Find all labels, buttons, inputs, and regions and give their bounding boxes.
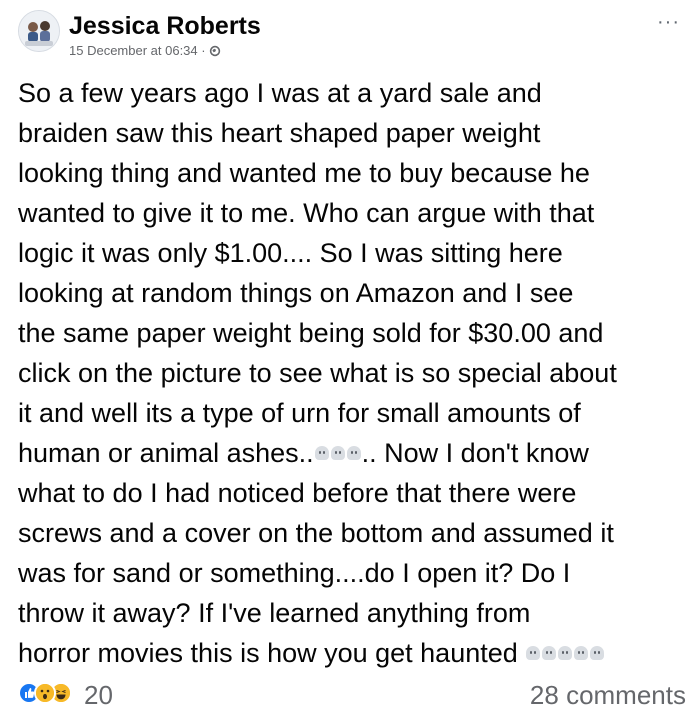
ghost-emoji-icon bbox=[558, 646, 573, 660]
post-line-end: .. Now I don't know bbox=[361, 438, 589, 468]
post-meta: 15 December at 06:34 · bbox=[69, 43, 221, 58]
ghost-emoji-icon bbox=[526, 646, 541, 660]
post-footer: 20 28 comments bbox=[18, 680, 686, 716]
globe-icon bbox=[209, 45, 220, 56]
post-line: looking at random things on Amazon and I… bbox=[18, 278, 574, 308]
post-body: So a few years ago I was at a yard sale … bbox=[18, 73, 686, 673]
ghost-emoji-icon bbox=[574, 646, 589, 660]
facebook-post: Jessica Roberts 15 December at 06:34 · ·… bbox=[0, 0, 700, 723]
avatar-image bbox=[19, 11, 59, 51]
post-line-start: human or animal ashes.. bbox=[18, 438, 314, 468]
post-header: Jessica Roberts 15 December at 06:34 · ·… bbox=[18, 10, 686, 62]
post-line: throw it away? If I've learned anything … bbox=[18, 598, 531, 628]
post-line: wanted to give it to me. Who can argue w… bbox=[18, 198, 595, 228]
ghost-emoji-group bbox=[314, 438, 362, 468]
wow-icon bbox=[34, 682, 56, 704]
ghost-emoji-icon bbox=[346, 446, 361, 460]
post-line: the same paper weight being sold for $30… bbox=[18, 318, 604, 348]
more-options-icon[interactable]: ··· bbox=[657, 12, 680, 32]
ghost-emoji-icon bbox=[542, 646, 557, 660]
ghost-emoji-group bbox=[525, 638, 605, 668]
post-line: what to do I had noticed before that the… bbox=[18, 478, 577, 508]
post-line: logic it was only $1.00.... So I was sit… bbox=[18, 238, 563, 268]
post-timestamp[interactable]: 15 December at 06:34 · bbox=[69, 43, 206, 58]
author-name[interactable]: Jessica Roberts bbox=[69, 11, 261, 41]
reactions-summary[interactable] bbox=[18, 682, 72, 704]
post-line: it and well its a type of urn for small … bbox=[18, 398, 581, 428]
reaction-count[interactable]: 20 bbox=[84, 680, 113, 710]
ghost-emoji-icon bbox=[330, 446, 345, 460]
post-line: So a few years ago I was at a yard sale … bbox=[18, 78, 542, 108]
comments-link[interactable]: 28 comments bbox=[530, 680, 686, 710]
ghost-emoji-icon bbox=[314, 446, 329, 460]
post-line: braiden saw this heart shaped paper weig… bbox=[18, 118, 541, 148]
post-line: click on the picture to see what is so s… bbox=[18, 358, 617, 388]
post-line: screws and a cover on the bottom and ass… bbox=[18, 518, 614, 548]
post-line: looking thing and wanted me to buy becau… bbox=[18, 158, 590, 188]
post-last-line: horror movies this is how you get haunte… bbox=[18, 638, 526, 668]
author-avatar[interactable] bbox=[18, 10, 60, 52]
post-line: was for sand or something....do I open i… bbox=[18, 558, 571, 588]
ghost-emoji-icon bbox=[590, 646, 605, 660]
